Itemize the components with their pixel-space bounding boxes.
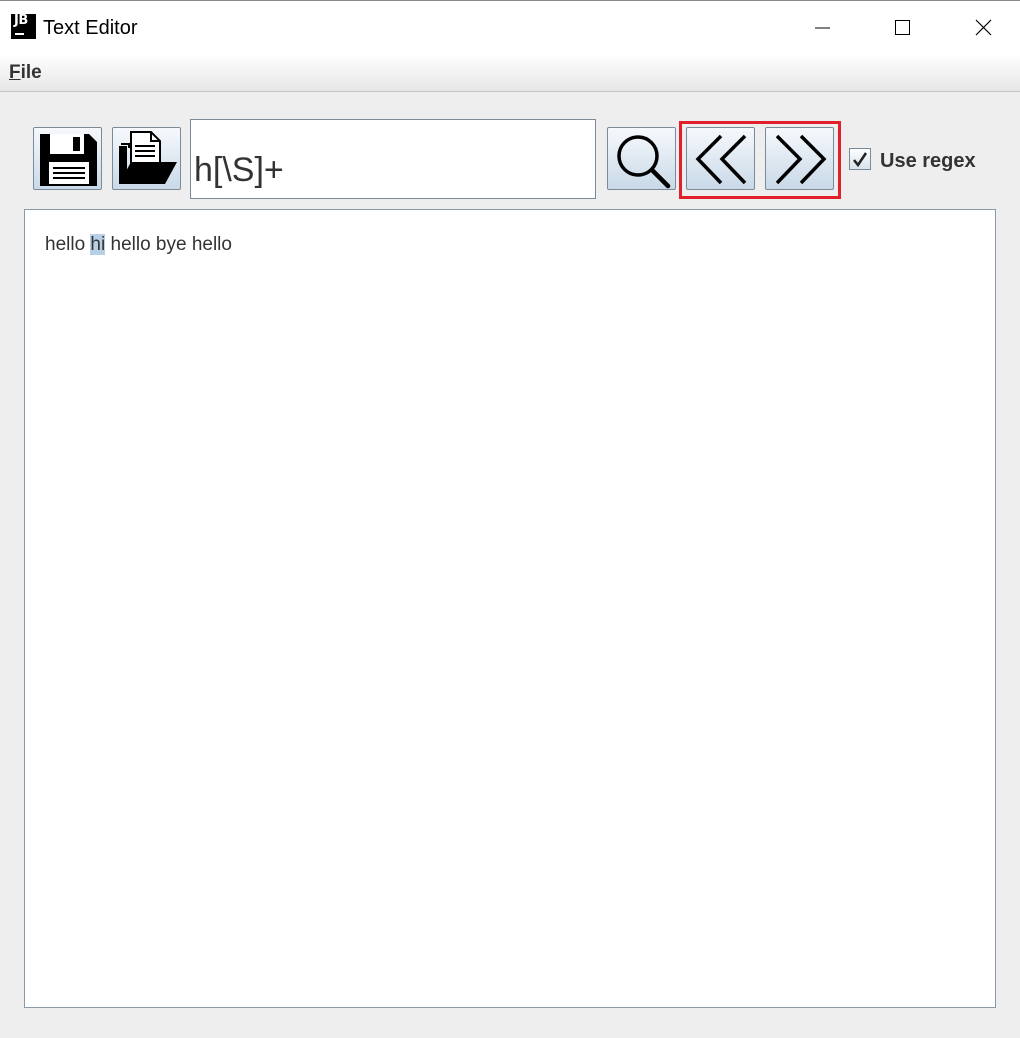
menu-file-mnemonic: F: [9, 62, 21, 83]
text-before-selection: hello: [45, 234, 91, 255]
selected-match: hi: [90, 234, 106, 255]
use-regex-checkbox[interactable]: [849, 148, 871, 170]
maximize-icon: [895, 20, 910, 35]
minimize-button[interactable]: [799, 9, 845, 47]
close-icon: [975, 19, 992, 36]
menu-file-label: ile: [20, 62, 42, 83]
search-input[interactable]: [190, 119, 596, 199]
use-regex-label[interactable]: Use regex: [880, 150, 976, 173]
save-icon: [40, 134, 97, 186]
search-button[interactable]: [607, 127, 676, 190]
close-button[interactable]: [960, 9, 1006, 47]
maximize-button[interactable]: [879, 9, 925, 47]
minimize-icon: [815, 27, 830, 29]
menu-bar: File: [0, 54, 1020, 92]
menu-file[interactable]: File: [9, 62, 42, 84]
text-after-selection: hello bye hello: [105, 234, 232, 255]
editor-text: hello hi hello bye hello: [45, 234, 232, 256]
search-icon: [617, 135, 671, 189]
window-title: Text Editor: [43, 17, 138, 39]
app-logo-icon: JB: [11, 14, 36, 39]
open-button[interactable]: [112, 127, 181, 190]
checkmark-icon: [853, 152, 868, 168]
open-folder-icon: [119, 131, 177, 184]
title-bar: JB Text Editor: [0, 0, 1020, 54]
save-button[interactable]: [33, 127, 102, 190]
highlight-annotation: [679, 121, 841, 199]
editor-text-area[interactable]: hello hi hello bye hello: [24, 209, 996, 1008]
app-logo-text: JB: [14, 13, 28, 28]
